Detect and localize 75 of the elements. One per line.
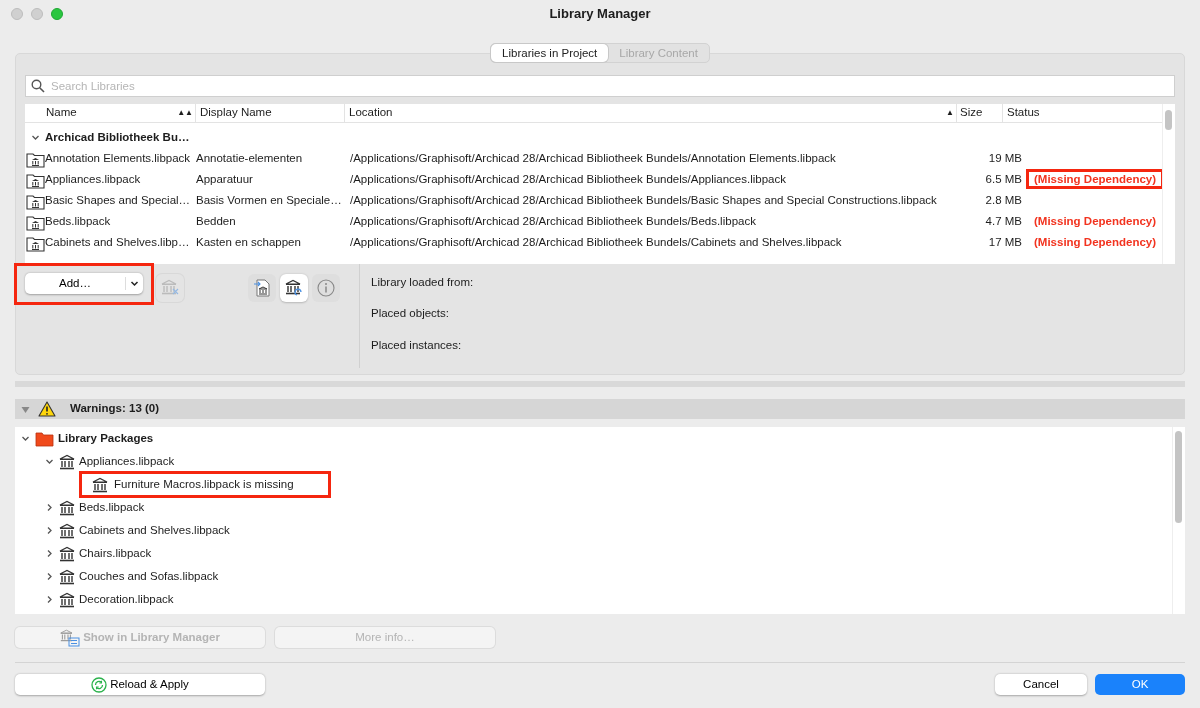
add-button[interactable]: Add… [25,273,143,294]
table-cell: 6.5 MB [985,172,1022,185]
traffic-light[interactable] [51,8,63,20]
table-cell: Bedden [196,214,236,227]
library-list-icon [60,628,81,647]
library-icon [59,545,75,562]
warnings-label: Warnings: 13 (0) [70,401,160,417]
icon-button[interactable] [280,274,308,302]
cancel-button[interactable]: Cancel [995,674,1087,695]
library-icon [59,453,75,470]
reload-icon [91,676,108,693]
table-cell: Annotation Elements.libpack [45,151,191,164]
group-label[interactable]: Archicad Bibliotheek Bu… [45,128,190,147]
table-cell: Beds.libpack [45,214,111,227]
detail-label: Library loaded from: [371,275,474,290]
status-text: (Missing Dependency) [1033,234,1158,250]
status-text: (Missing Dependency) [1033,213,1158,229]
table-cell: 2.8 MB [985,193,1022,206]
scrollbar-thumb[interactable] [1175,431,1182,523]
reload-button[interactable]: Reload & Apply [15,674,265,695]
library-refresh-icon [285,279,303,297]
traffic-light[interactable] [31,8,43,20]
table-cell: Cabinets and Shelves.libp… [45,235,190,248]
tree-item[interactable]: Library Packages [58,429,154,448]
table-cell: 4.7 MB [985,214,1022,227]
detail-label: Placed instances: [371,337,463,353]
tree-item[interactable]: Appliances.libpack [79,452,175,471]
scrollbar-thumb[interactable] [1165,110,1172,130]
table-cell: /Applications/Graphisoft/Archicad 28/Archicad Bibliotheek Bundels/Annotation Elements.libpack [350,151,836,164]
tree-item[interactable]: Decoration.libpack [79,590,174,609]
library-icon [92,476,108,493]
table-cell: Apparatuur [196,172,253,185]
chevron-icon [20,434,30,443]
tree-item[interactable]: Beds.libpack [79,498,145,517]
folder-icon [35,430,54,447]
tree-item[interactable]: Couches and Sofas.libpack [79,567,219,586]
table-cell: /Applications/Graphisoft/Archicad 28/Archicad Bibliotheek Bundels/Appliances.libpack [350,172,786,185]
library-icon [59,591,75,608]
table-cell: /Applications/Graphisoft/Archicad 28/Archicad Bibliotheek Bundels/Beds.libpack [350,214,756,227]
tab[interactable]: Libraries in Project [491,44,609,62]
warning-icon [38,401,56,417]
column-header[interactable]: Display Name [200,104,272,122]
library-icon [59,568,75,585]
table-cell: Basis Vormen en Speciale… [196,193,342,206]
caret-icon [130,279,139,288]
ok-button[interactable]: OK [1095,674,1185,695]
column-header[interactable]: Name [46,104,77,122]
detail-label: Placed objects: [371,306,450,322]
window-title: Library Manager [549,6,651,22]
table-cell: Appliances.libpack [45,172,141,185]
sort-indicator[interactable]: ▲ [946,107,954,119]
search-icon [31,79,45,93]
library-icon [59,522,75,539]
column-header[interactable]: Location [349,104,393,122]
table-cell: Basic Shapes and Special… [45,193,191,206]
library-icon [59,499,75,516]
tree-item[interactable]: Furniture Macros.libpack is missing [114,475,294,494]
column-header[interactable]: Size [960,104,983,122]
remove-library-icon [161,279,179,297]
table-cell: /Applications/Graphisoft/Archicad 28/Archicad Bibliotheek Bundels/Basic Shapes and Special Constructions.libpack [350,193,937,206]
tree-item[interactable]: Chairs.libpack [79,544,152,563]
traffic-light[interactable] [11,8,23,20]
tree-item[interactable]: Cabinets and Shelves.libpack [79,521,230,540]
table-cell: Annotatie-elementen [196,151,303,164]
column-header[interactable]: Status [1007,104,1040,122]
chevron-icon [44,457,54,466]
table-cell: /Applications/Graphisoft/Archicad 28/Archicad Bibliotheek Bundels/Cabinets and Shelves.libpack [350,235,842,248]
table-cell: 19 MB [988,151,1022,164]
info-icon [317,279,335,297]
sort-indicator[interactable]: ▲▲ [177,107,193,119]
import-library-icon [253,279,271,297]
status-text: (Missing Dependency) [1028,170,1162,187]
disclosure-triangle-icon[interactable] [21,404,30,414]
table-cell: 17 MB [988,235,1022,248]
table-cell: Kasten en schappen [196,235,301,248]
